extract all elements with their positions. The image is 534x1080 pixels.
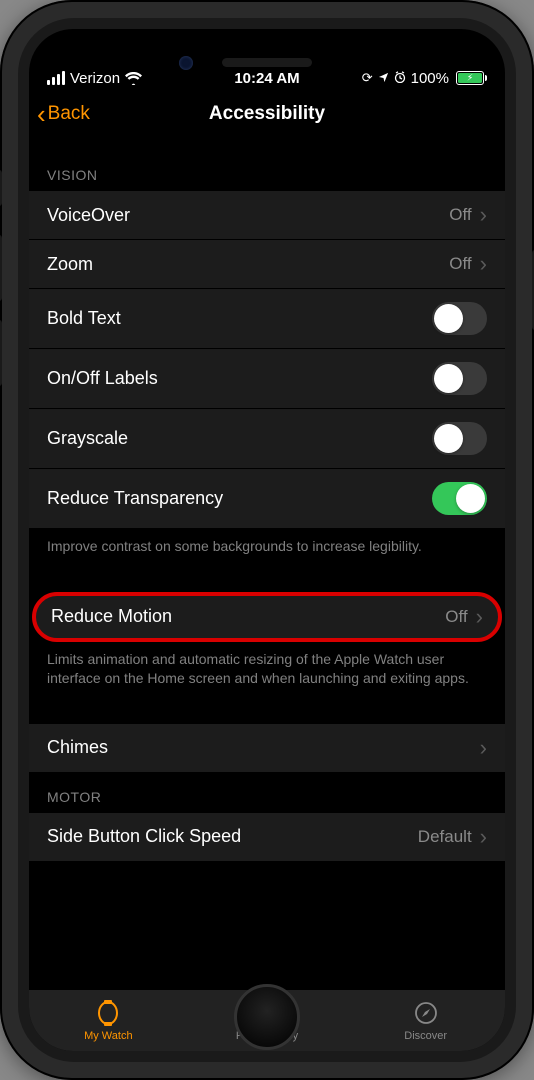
row-voiceover[interactable]: VoiceOver Off › [29,191,505,240]
alarm-icon [394,70,406,87]
row-bold-text: Bold Text [29,289,505,349]
battery-icon: ⚡︎ [454,71,487,85]
footer-text-transparency: Improve contrast on some backgrounds to … [29,529,505,570]
section-header-vision: VISION [29,139,505,191]
section-header-motor: MOTOR [29,773,505,813]
chevron-left-icon: ‹ [37,101,46,127]
row-label: On/Off Labels [47,368,432,389]
watch-icon [94,999,122,1027]
row-label: VoiceOver [47,205,449,226]
footer-text-motion: Limits animation and automatic resizing … [29,642,505,702]
toggle-grayscale[interactable] [432,422,487,455]
row-label: Side Button Click Speed [47,826,418,847]
cellular-signal-icon [47,71,65,85]
row-value: Off [449,254,471,274]
row-grayscale: Grayscale [29,409,505,469]
chevron-right-icon: › [480,826,487,848]
orientation-lock-icon: ⟳ [362,70,373,86]
chevron-right-icon: › [480,737,487,759]
row-reduce-transparency: Reduce Transparency [29,469,505,529]
back-label: Back [48,103,90,125]
row-side-button-speed[interactable]: Side Button Click Speed Default › [29,813,505,862]
settings-list: VISION VoiceOver Off › Zoom Off › [29,139,505,989]
battery-percent: 100% [411,70,449,87]
nav-bar: ‹ Back Accessibility [29,89,505,139]
page-title: Accessibility [209,103,325,125]
home-button[interactable] [234,984,300,1050]
status-bar: Verizon 10:24 AM ⟳ 100% ⚡︎ [29,67,505,89]
row-zoom[interactable]: Zoom Off › [29,240,505,289]
row-label: Reduce Motion [51,606,445,627]
row-label: Chimes [47,737,480,758]
row-label: Grayscale [47,428,432,449]
toggle-onoff-labels[interactable] [432,362,487,395]
status-time: 10:24 AM [234,70,299,87]
row-value: Default [418,827,472,847]
chevron-right-icon: › [480,204,487,226]
tab-label: Discover [404,1030,447,1042]
row-value: Off [449,205,471,225]
toggle-reduce-transparency[interactable] [432,482,487,515]
row-onoff-labels: On/Off Labels [29,349,505,409]
row-reduce-motion[interactable]: Reduce Motion Off › [32,592,502,642]
chevron-right-icon: › [476,606,483,628]
row-label: Zoom [47,254,449,275]
wifi-icon [125,72,142,85]
row-label: Reduce Transparency [47,488,432,509]
tab-my-watch[interactable]: My Watch [29,990,188,1051]
row-chimes[interactable]: Chimes › [29,724,505,773]
toggle-bold-text[interactable] [432,302,487,335]
carrier-label: Verizon [70,70,120,87]
chevron-right-icon: › [480,253,487,275]
row-value: Off [445,607,467,627]
tab-label: My Watch [84,1030,133,1042]
location-icon [378,70,389,87]
row-label: Bold Text [47,308,432,329]
tab-discover[interactable]: Discover [346,990,505,1051]
compass-icon [412,999,440,1027]
back-button[interactable]: ‹ Back [37,101,90,127]
